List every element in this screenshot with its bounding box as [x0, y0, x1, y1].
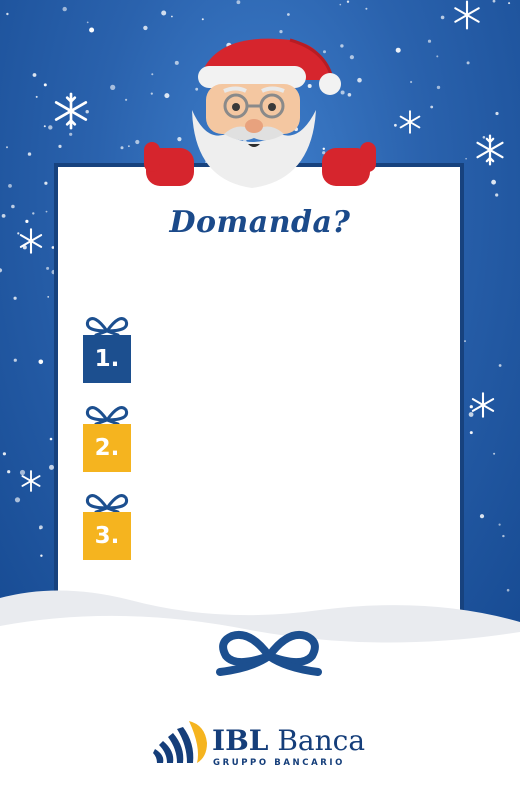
snow-dot — [6, 146, 8, 149]
snow-dot — [110, 84, 116, 90]
snow-dot — [39, 527, 41, 530]
snow-dot — [508, 2, 511, 5]
snow-dot — [430, 105, 434, 109]
snow-dot — [0, 268, 3, 273]
snow-dot — [502, 534, 505, 538]
snow-dot — [427, 39, 432, 43]
logo-name: IBL Banca — [212, 726, 365, 756]
snowflake-icon — [399, 110, 421, 134]
snow-dot — [120, 146, 124, 150]
snow-dot — [464, 340, 466, 343]
snow-dot — [498, 364, 502, 367]
snow-dot — [135, 139, 140, 145]
snow-dot — [27, 152, 32, 156]
snow-dot — [365, 7, 368, 10]
snow-dot — [395, 47, 401, 53]
snow-dot — [44, 181, 48, 185]
snow-dot — [436, 85, 441, 90]
gift-box-number: 2. — [83, 424, 131, 472]
snow-dot — [287, 13, 290, 16]
snow-dot — [394, 123, 397, 127]
snow-dot — [440, 15, 445, 20]
gift-bow-icon — [85, 317, 129, 335]
logo-name-part1: IBL — [212, 724, 269, 757]
snow-dot — [469, 431, 473, 435]
gift-item-1: 1. — [82, 313, 132, 383]
snow-dot — [13, 358, 17, 362]
snow-dot — [8, 184, 12, 188]
snow-dot — [62, 6, 67, 12]
logo-subtitle: GRUPPO BANCARIO — [213, 758, 345, 768]
snow-dot — [495, 111, 499, 116]
snow-dot — [43, 125, 46, 128]
snow-dot — [38, 359, 44, 365]
snow-dot — [125, 98, 128, 101]
snow-dot — [6, 12, 9, 16]
snow-dot — [436, 55, 439, 58]
snow-dot — [493, 452, 496, 455]
snow-dot — [46, 266, 50, 270]
snow-dot — [69, 132, 73, 136]
snowflake-icon — [54, 92, 88, 130]
snow-dot — [7, 470, 11, 474]
snow-dot — [346, 0, 350, 3]
snow-dot — [35, 95, 38, 98]
snow-dot — [89, 27, 95, 33]
snow-dot — [491, 179, 496, 185]
snow-dot — [40, 554, 43, 557]
gift-bow-icon — [85, 494, 129, 512]
snow-dot — [49, 437, 53, 441]
gift-box-number: 3. — [83, 512, 131, 560]
question-title: Domanda? — [169, 205, 351, 240]
snow-dot — [13, 296, 17, 300]
snow-dot — [201, 18, 204, 21]
snow-dot — [171, 15, 173, 18]
snow-dot — [466, 61, 470, 65]
snow-dot — [410, 80, 413, 84]
ibl-banca-logo — [153, 721, 207, 763]
ribbon-bow-icon — [216, 631, 322, 676]
snow-dot — [86, 21, 89, 24]
santa-claus-illustration — [144, 38, 376, 188]
snow-dot — [14, 497, 21, 503]
snow-dot — [495, 193, 499, 197]
snowflake-icon — [471, 392, 495, 418]
snow-dot — [236, 0, 241, 5]
snow-dot — [2, 452, 6, 456]
snow-dot — [465, 157, 467, 160]
snowflake-icon — [476, 134, 504, 166]
snow-dot — [498, 523, 501, 526]
snow-dot — [43, 83, 47, 87]
snow-dot — [339, 3, 342, 6]
logo-name-part2: Banca — [277, 724, 366, 757]
snowflake-icon — [454, 0, 480, 30]
gift-item-3: 3. — [82, 490, 132, 560]
gift-bow-icon — [85, 406, 129, 424]
gift-box-number: 1. — [83, 335, 131, 383]
gift-item-2: 2. — [82, 402, 132, 472]
snowflake-icon — [21, 470, 41, 492]
snow-dot — [47, 296, 50, 298]
snow-dot — [161, 10, 167, 16]
snow-dot — [479, 514, 485, 519]
snow-dot — [32, 73, 37, 77]
snow-dot — [127, 145, 130, 148]
snow-dot — [58, 144, 62, 148]
snow-dot — [492, 0, 496, 3]
